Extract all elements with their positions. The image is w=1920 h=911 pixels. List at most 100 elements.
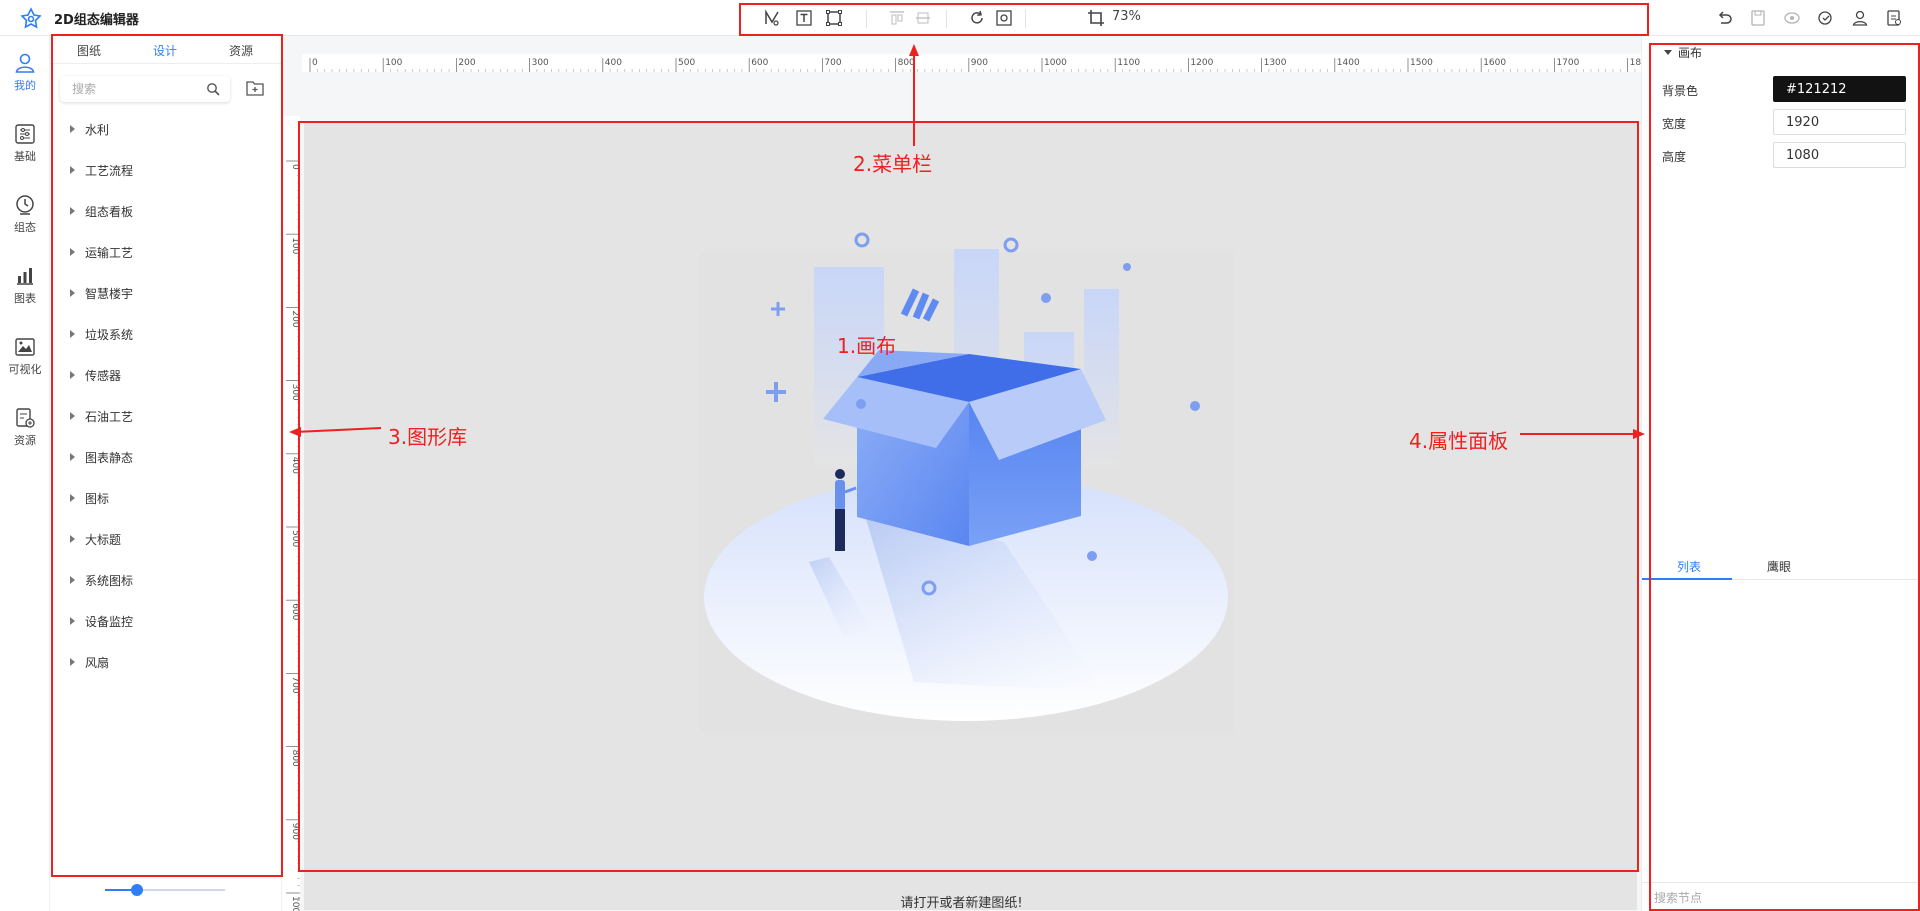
ruler-tick-label: 500: [290, 530, 300, 547]
nav-item-resources[interactable]: 资源: [0, 406, 50, 466]
ruler-tick-label: 1400: [1337, 58, 1360, 68]
resource-icon: [16, 408, 35, 428]
line-draw-icon[interactable]: [761, 7, 783, 29]
image-icon: [15, 338, 35, 356]
library-item-label: 系统图标: [85, 573, 134, 588]
nav-label: 可视化: [8, 363, 42, 376]
background-color-field[interactable]: #121212: [1773, 76, 1906, 102]
ruler-tick-label: 1800: [1630, 58, 1641, 68]
caret-right-icon: [70, 535, 75, 543]
nav-label: 资源: [14, 434, 36, 447]
empty-state-illustration: [699, 232, 1234, 732]
align-top-icon[interactable]: [886, 7, 908, 29]
library-item[interactable]: 水利: [70, 119, 109, 139]
tab-indicator: [1642, 578, 1732, 580]
caret-right-icon: [70, 658, 75, 666]
user-icon: [15, 53, 35, 73]
nav-item-basic[interactable]: 基础: [0, 122, 50, 182]
shape-library: 图纸 设计 资源 水利 工艺流程 组态看板 运输工艺 智慧楼宇 垃圾系统 传感器…: [50, 36, 282, 911]
library-item[interactable]: 运输工艺: [70, 242, 133, 262]
nav-item-charts[interactable]: 图表: [0, 264, 50, 324]
height-label: 高度: [1662, 150, 1687, 164]
export-icon[interactable]: [1883, 7, 1905, 29]
library-item-label: 智慧楼宇: [85, 286, 134, 301]
ruler-tick-label: 500: [678, 58, 695, 68]
caret-right-icon: [70, 412, 75, 420]
library-item-label: 水利: [85, 122, 110, 137]
fit-screen-icon[interactable]: [993, 7, 1015, 29]
annotation-menu: 2.菜单栏: [853, 152, 933, 176]
preview-icon[interactable]: [1781, 7, 1803, 29]
library-item-label: 石油工艺: [85, 409, 134, 424]
library-item[interactable]: 图标: [70, 488, 109, 508]
toolbar-separator: [866, 10, 867, 28]
tab-design[interactable]: 设计: [153, 42, 177, 59]
library-item[interactable]: 传感器: [70, 365, 121, 385]
tab-list[interactable]: 列表: [1677, 558, 1701, 575]
save-icon[interactable]: [1747, 7, 1769, 29]
slider-handle[interactable]: [131, 884, 144, 896]
rect-icon[interactable]: [823, 7, 845, 29]
ruler-tick-label: 600: [751, 58, 768, 68]
ruler-tick-label: 1700: [1556, 58, 1579, 68]
user-icon[interactable]: [1849, 7, 1871, 29]
ruler-tick-label: 800: [290, 750, 300, 767]
library-item[interactable]: 石油工艺: [70, 406, 133, 426]
annotation-props: 4.属性面板: [1409, 429, 1509, 453]
logo-icon: [20, 7, 42, 29]
annotation-library: 3.图形库: [388, 425, 468, 449]
ruler-tick-label: 1500: [1410, 58, 1433, 68]
height-field[interactable]: 1080: [1773, 142, 1906, 168]
library-item[interactable]: 图表静态: [70, 447, 133, 467]
tab-eagle-eye[interactable]: 鹰眼: [1767, 558, 1791, 575]
ruler-tick-label: 700: [290, 676, 300, 693]
publish-icon[interactable]: [1815, 7, 1837, 29]
align-middle-icon[interactable]: [912, 7, 934, 29]
library-search-input[interactable]: [72, 80, 192, 98]
caret-right-icon: [70, 330, 75, 338]
ruler-tick-label: 100: [290, 237, 300, 254]
tab-resources[interactable]: 资源: [229, 42, 253, 59]
crop-icon[interactable]: [1085, 7, 1107, 29]
node-search-input[interactable]: [1654, 889, 1904, 907]
library-item[interactable]: 工艺流程: [70, 160, 133, 180]
add-folder-icon[interactable]: [246, 80, 264, 96]
editor-canvas[interactable]: [304, 122, 1637, 910]
section-canvas[interactable]: 画布: [1664, 44, 1702, 61]
canvas-area: 0 100 200 300 400 500 600 700 800 900 1000 1100 1200…: [282, 36, 1641, 911]
nav-label: 组态: [14, 221, 36, 234]
library-search: [60, 76, 230, 102]
ruler-tick-label: 1200: [1190, 58, 1213, 68]
nav-item-scada[interactable]: 组态: [0, 193, 50, 253]
sliders-icon: [15, 124, 35, 144]
zoom-level[interactable]: 73%: [1112, 9, 1141, 24]
toolbar: [738, 2, 1646, 35]
library-item[interactable]: 大标题: [70, 529, 121, 549]
undo-icon[interactable]: [1713, 7, 1735, 29]
refresh-icon[interactable]: [966, 7, 988, 29]
library-item[interactable]: 垃圾系统: [70, 324, 133, 344]
property-tabs: 列表 鹰眼: [1642, 552, 1920, 580]
ruler-tick-label: 400: [290, 457, 300, 474]
library-item-label: 传感器: [85, 368, 122, 383]
search-icon[interactable]: [206, 82, 220, 96]
text-icon[interactable]: [793, 7, 815, 29]
library-item[interactable]: 系统图标: [70, 570, 133, 590]
ruler-left: 01002003004005006007008009001000: [282, 116, 300, 911]
library-size-slider[interactable]: [105, 884, 225, 896]
width-field[interactable]: 1920: [1773, 109, 1906, 135]
tab-drawings[interactable]: 图纸: [77, 42, 101, 59]
caret-right-icon: [70, 166, 75, 174]
app-title: 2D组态编辑器: [54, 13, 139, 28]
node-search: [1642, 882, 1920, 911]
library-item-label: 大标题: [85, 532, 122, 547]
library-item[interactable]: 智慧楼宇: [70, 283, 133, 303]
nav-item-visual[interactable]: 可视化: [0, 335, 50, 395]
ruler-tick-label: 900: [971, 58, 988, 68]
caret-right-icon: [70, 289, 75, 297]
library-item[interactable]: 风扇: [70, 652, 109, 672]
nav-item-mine[interactable]: 我的: [0, 51, 50, 111]
library-item[interactable]: 设备监控: [70, 611, 133, 631]
library-item[interactable]: 组态看板: [70, 201, 133, 221]
ruler-tick-label: 200: [458, 58, 475, 68]
